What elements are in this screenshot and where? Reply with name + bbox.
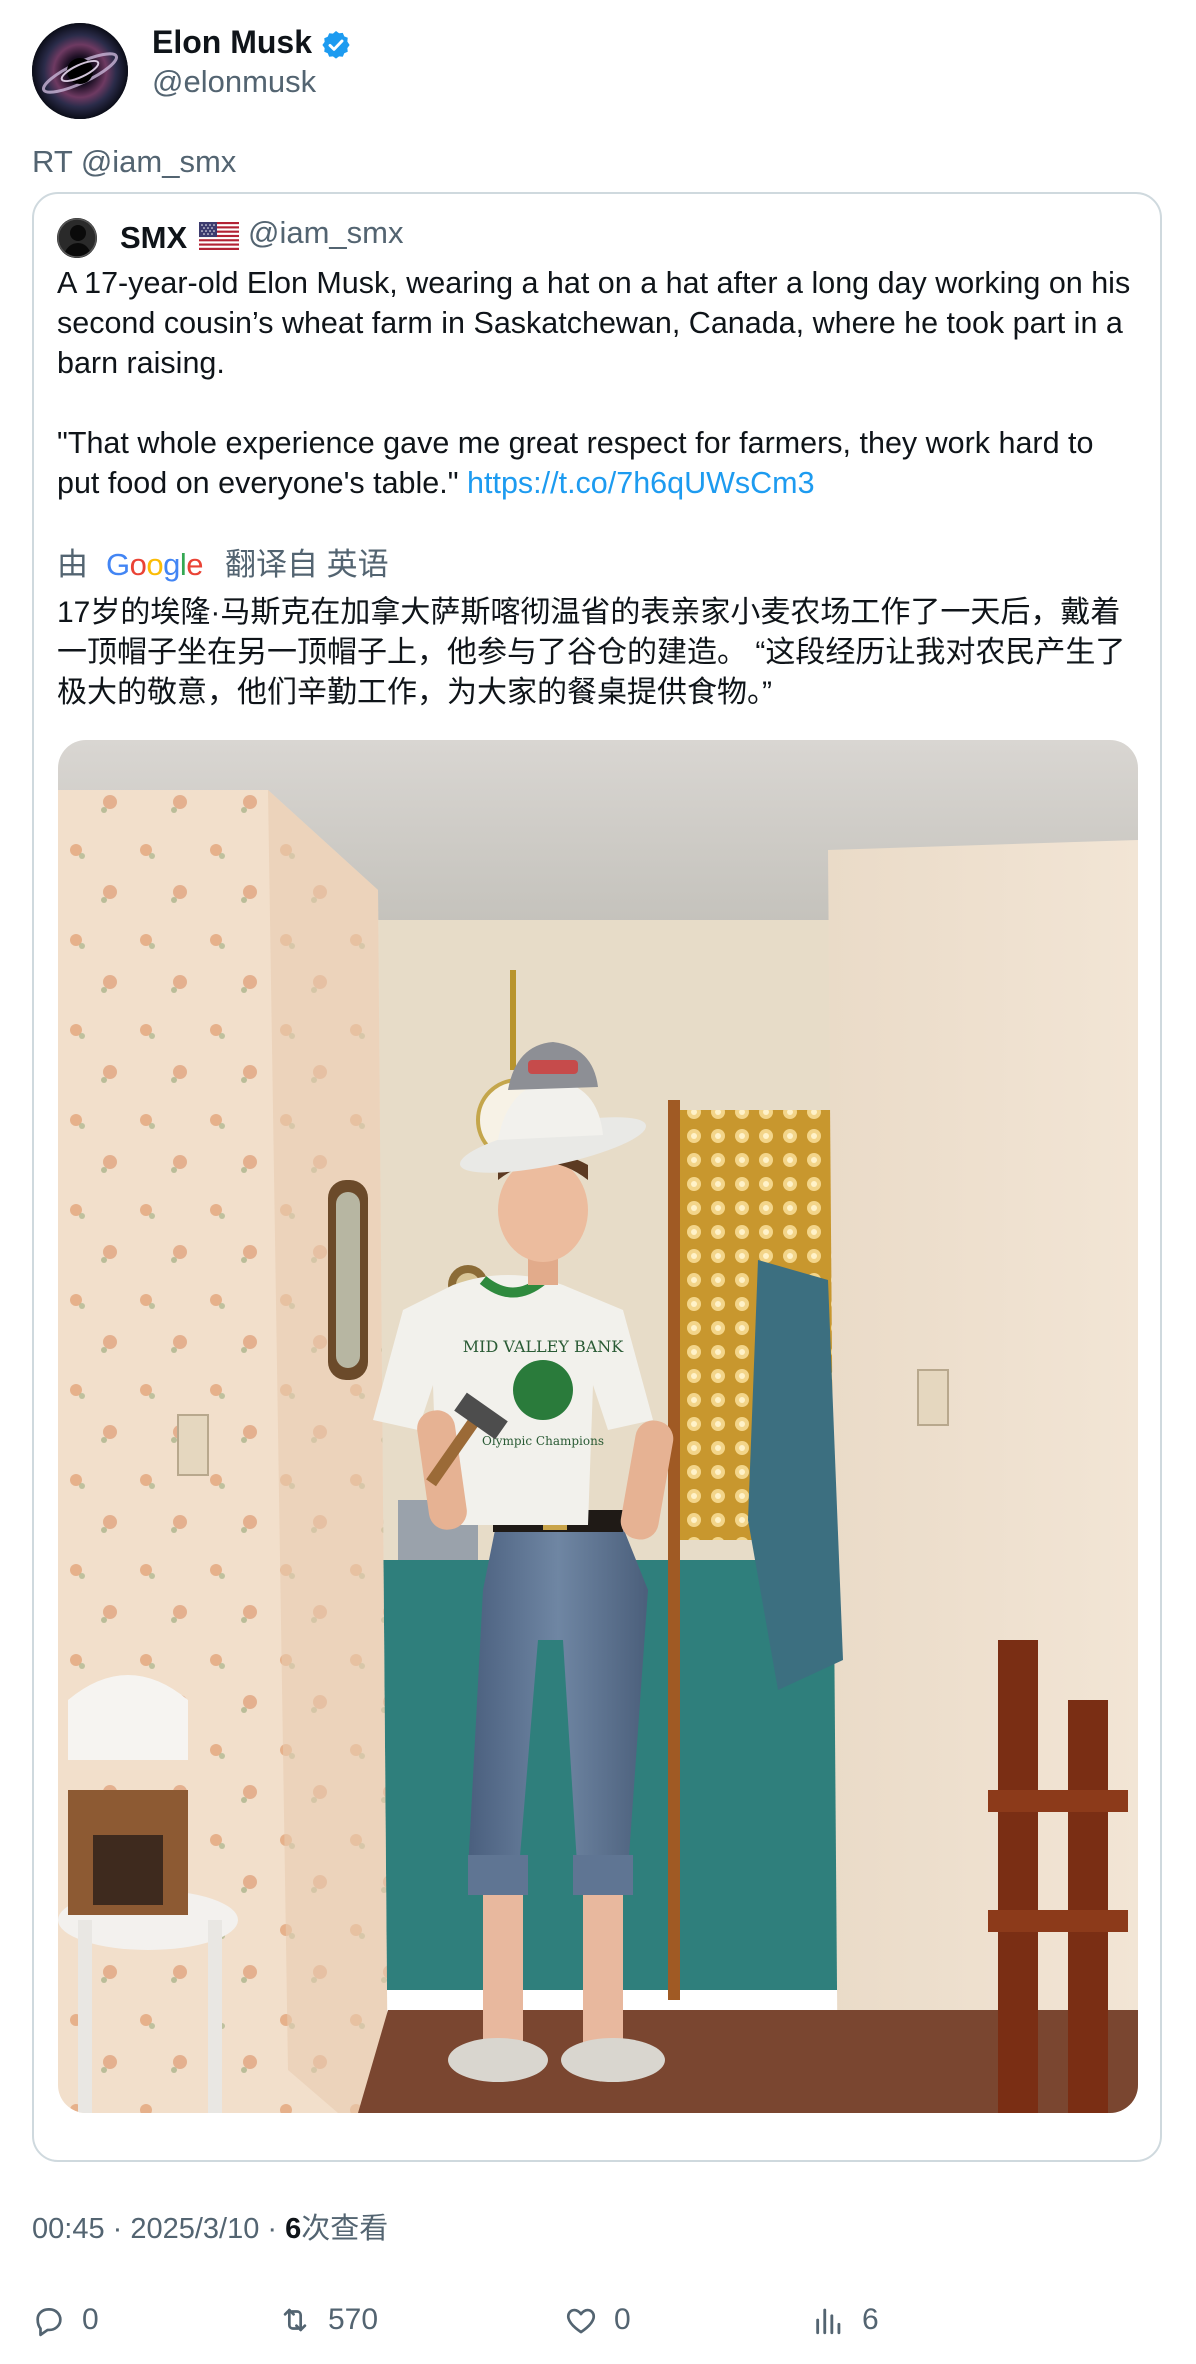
- author-name[interactable]: Elon Musk: [152, 22, 312, 62]
- tweet-metadata: 00:45 · 2025/3/10 · 6次查看: [32, 2213, 389, 2245]
- author-avatar[interactable]: [32, 23, 128, 119]
- views-button[interactable]: 6: [812, 2300, 879, 2340]
- tweet-time[interactable]: 00:45: [32, 2213, 105, 2245]
- verified-badge-icon: [320, 29, 352, 61]
- reply-count: 0: [82, 2303, 99, 2336]
- translation-suffix: 翻译自 英语: [225, 547, 389, 582]
- tweet-photo[interactable]: MID VALLEY BANK Olympic Champions: [58, 740, 1138, 2113]
- translated-text: 17岁的埃隆·马斯克在加拿大萨斯喀彻温省的表亲家小麦农场工作了一天后，戴着一顶帽…: [57, 596, 1126, 709]
- shirt-text-top: MID VALLEY BANK: [463, 1337, 625, 1356]
- like-count: 0: [614, 2303, 631, 2336]
- views-icon: [816, 2308, 841, 2335]
- quoted-author-avatar[interactable]: [57, 218, 97, 258]
- retweet-label: RT @iam_smx: [32, 144, 237, 179]
- translation-attribution[interactable]: 由 Google 翻译自 英语: [57, 545, 389, 585]
- google-logo: Google: [106, 547, 204, 582]
- translation-prefix: 由: [57, 547, 88, 582]
- shirt-text-bottom: Olympic Champions: [482, 1434, 604, 1448]
- author-handle[interactable]: @elonmusk: [152, 62, 316, 102]
- us-flag-icon: [199, 222, 239, 250]
- view-label: 次查看: [301, 2213, 389, 2245]
- tweet-date[interactable]: 2025/3/10: [130, 2213, 259, 2245]
- reply-button[interactable]: 0: [32, 2300, 99, 2340]
- quoted-author-handle[interactable]: @iam_smx: [248, 213, 403, 253]
- reply-icon: [36, 2308, 62, 2337]
- quoted-tweet-link[interactable]: https://t.co/7h6qUWsCm3: [467, 466, 815, 500]
- retweet-button[interactable]: 570: [278, 2300, 378, 2340]
- like-button[interactable]: 0: [564, 2300, 631, 2340]
- views-count: 6: [862, 2303, 879, 2336]
- retweet-count: 570: [328, 2303, 379, 2336]
- view-count: 6: [285, 2213, 302, 2245]
- heart-icon: [566, 2308, 596, 2334]
- quoted-tweet-body: A 17-year-old Elon Musk, wearing a hat o…: [57, 266, 1131, 500]
- quoted-tweet-text: A 17-year-old Elon Musk, wearing a hat o…: [57, 263, 1142, 503]
- quoted-author-name[interactable]: SMX: [120, 218, 187, 258]
- retweet-icon: [283, 2308, 307, 2332]
